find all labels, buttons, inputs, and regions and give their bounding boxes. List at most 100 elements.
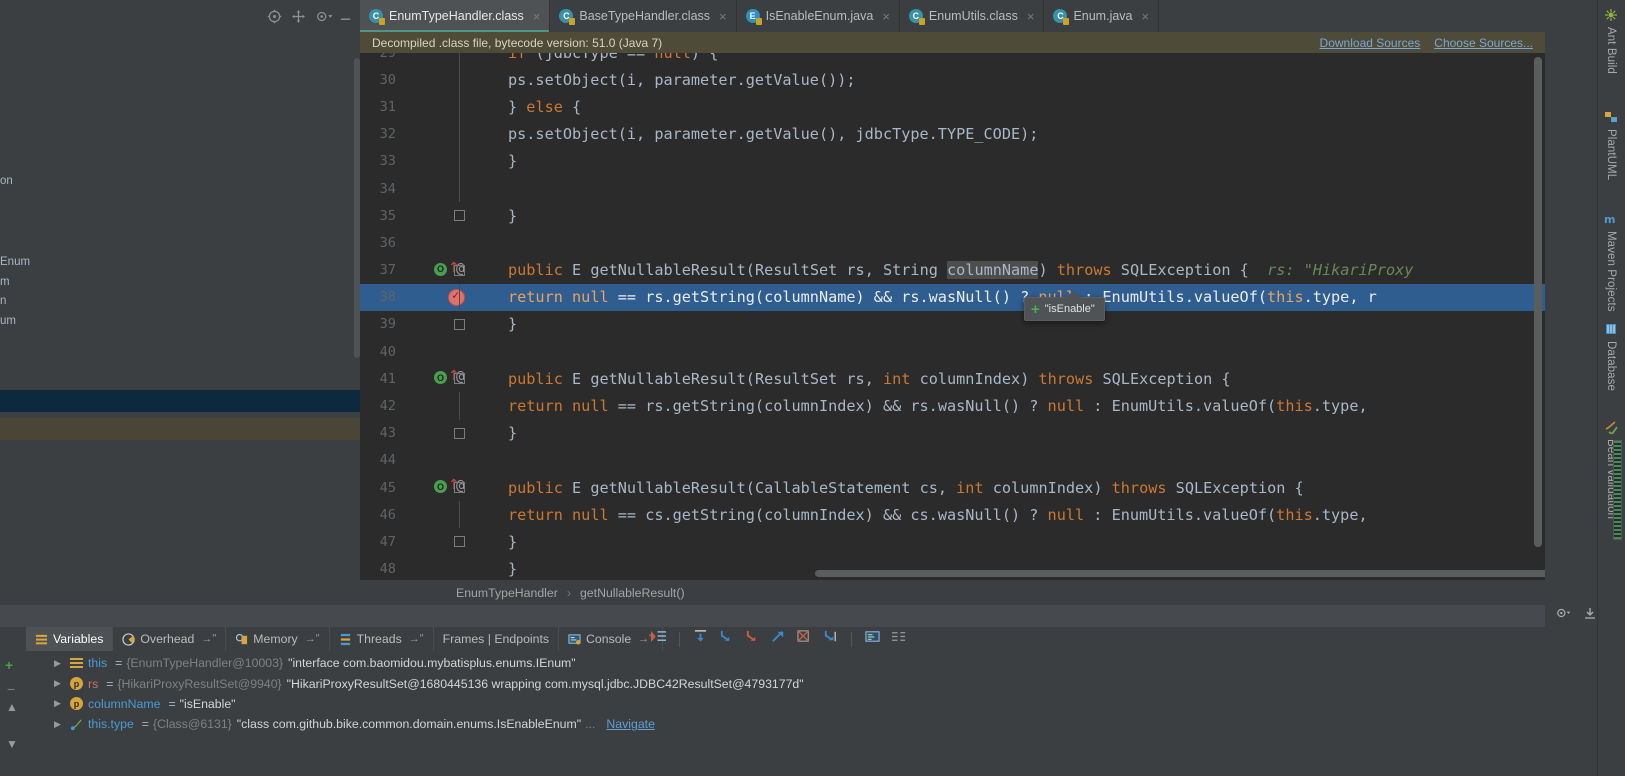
pin-tab-icon[interactable]: →ʺ [409,633,424,645]
evaluate-expression-icon[interactable] [864,629,881,649]
variable-row[interactable]: ▶ this.type = {Class@6131} "class com.github… [0,714,1545,734]
code-line-43[interactable]: 43} [360,420,1545,447]
line-gutter-icons[interactable] [397,66,446,93]
pin-tab-icon[interactable]: →ʺ [201,633,216,645]
run-to-cursor-icon[interactable] [822,629,839,649]
fold-gutter[interactable] [446,365,472,392]
fold-gutter[interactable] [446,283,472,311]
download-sources-link[interactable]: Download Sources [1320,36,1421,50]
code-editor[interactable]: 29 if (jdbcType == null) {30 ps.setObject(… [360,53,1545,580]
code-line-37[interactable]: 37 O ↑ @ public E getNullableResult(ResultSe… [360,257,1545,284]
line-gutter-icons[interactable] [397,93,446,120]
code-line-30[interactable]: 30 ps.setObject(i, parameter.getValue()); [360,66,1545,94]
move-down-icon[interactable]: ▼ [6,737,18,751]
move-crosshair-icon[interactable] [291,9,306,24]
code-line-38[interactable]: 38 return null == rs.getString(columnName… [360,283,1545,311]
tool-window-ant-build[interactable]: Ant Build [1597,8,1625,74]
line-gutter-icons[interactable] [397,501,446,528]
fold-gutter[interactable] [446,447,472,474]
code-line-36[interactable]: 36 [360,229,1545,256]
fold-marker-icon[interactable] [454,427,465,439]
navigate-link[interactable]: Navigate [606,717,655,731]
expand-arrow-icon[interactable]: ▶ [54,658,61,669]
debug-tab-memory[interactable]: Memory →ʺ [226,627,330,651]
line-gutter-icons[interactable] [397,392,446,419]
code-line-46[interactable]: 46 return null == cs.getString(columnInde… [360,501,1545,529]
line-gutter-icons[interactable] [397,284,465,311]
tool-window-database[interactable]: Database [1597,322,1625,391]
tool-window-plantuml[interactable]: PlantUML [1597,110,1625,180]
line-gutter-icons[interactable] [397,229,446,256]
editor-tab-3[interactable]: C EnumUtils.class × [899,0,1045,32]
fold-gutter[interactable] [446,420,472,447]
line-gutter-icons[interactable] [397,148,446,175]
expand-arrow-icon[interactable]: ▶ [54,698,61,709]
code-line-39[interactable]: 39} [360,311,1545,338]
drop-frame-icon[interactable] [796,629,813,649]
line-gutter-icons[interactable]: O ↑ @ [397,365,464,392]
settings-target-icon[interactable] [267,9,282,24]
line-gutter-icons[interactable]: O ↑ @ [397,474,464,501]
debug-panel-divider[interactable] [0,605,1545,627]
line-gutter-icons[interactable] [397,175,446,202]
fold-gutter[interactable] [446,338,472,365]
code-line-45[interactable]: 45 O ↑ @ public E getNullableResult(Callable… [360,474,1545,501]
fold-gutter[interactable] [446,66,472,94]
selected-identifier[interactable]: columnName [947,261,1039,280]
settings-gear-icon[interactable] [1556,606,1571,620]
fold-gutter[interactable] [446,229,472,256]
step-out-icon[interactable] [770,629,787,649]
line-gutter-icons[interactable] [397,53,446,66]
close-icon[interactable]: × [882,9,890,24]
fold-gutter[interactable] [446,501,472,529]
variables-tree[interactable]: + − ▲ ▼ ▶ this = {EnumTypeHandler@10003} "in… [0,653,1545,776]
line-gutter-icons[interactable] [397,528,446,555]
choose-sources-link[interactable]: Choose Sources... [1434,36,1533,50]
pin-tab-icon[interactable]: →ʺ [305,633,320,645]
close-icon[interactable]: × [1142,9,1150,24]
code-line-42[interactable]: 42 return null == rs.getString(columnInde… [360,392,1545,420]
editor-tab-1[interactable]: C BaseTypeHandler.class × [550,0,737,32]
hide-panel-icon[interactable] [1583,606,1597,620]
code-line-35[interactable]: 35} [360,202,1545,229]
variable-row[interactable]: ▶ p columnName = "isEnable" [0,694,1545,714]
fold-gutter[interactable] [446,474,472,501]
close-icon[interactable]: × [719,9,727,24]
force-step-into-icon[interactable] [744,629,761,649]
debug-tab-frames-endpoints[interactable]: Frames | Endpoints [434,627,560,651]
fold-gutter[interactable] [446,392,472,420]
variable-row[interactable]: ▶ p rs = {HikariProxyResultSet@9940} "HikariP… [0,673,1545,693]
code-line-40[interactable]: 40 [360,338,1545,365]
step-over-icon[interactable] [692,629,709,649]
editor-vertical-scrollbar-thumb[interactable] [1534,57,1542,547]
editor-tab-0[interactable]: C EnumTypeHandler.class × [360,0,551,32]
editor-horizontal-scrollbar-thumb[interactable] [815,570,1545,577]
value-tooltip[interactable]: + "isEnable" [1024,291,1105,321]
editor-tab-4[interactable]: C Enum.java × [1044,0,1160,32]
fold-marker-icon[interactable] [454,210,465,222]
line-gutter-icons[interactable] [397,420,446,447]
fold-marker-icon[interactable] [454,373,465,385]
debug-tab-variables[interactable]: Variables [26,627,114,651]
code-line-44[interactable]: 44 [360,447,1545,474]
line-gutter-icons[interactable] [397,311,446,338]
fold-gutter[interactable] [446,311,472,338]
fold-gutter[interactable] [446,556,472,580]
close-icon[interactable]: × [1027,9,1035,24]
breadcrumb-class[interactable]: EnumTypeHandler [456,586,558,600]
line-gutter-icons[interactable] [397,338,446,365]
line-gutter-icons[interactable] [397,556,446,580]
fold-marker-icon[interactable] [454,318,465,330]
code-line-31[interactable]: 31} else { [360,93,1545,121]
fold-gutter[interactable] [446,257,472,284]
tool-window-maven-projects[interactable]: m Maven Projects [1597,212,1625,312]
expand-arrow-icon[interactable]: ▶ [54,719,61,730]
fold-gutter[interactable] [446,93,472,121]
line-gutter-icons[interactable]: O ↑ @ [397,257,464,284]
fold-marker-icon[interactable] [454,482,465,493]
expand-arrow-icon[interactable]: ▶ [54,678,61,689]
fold-gutter[interactable] [446,120,472,148]
code-line-29[interactable]: 29 if (jdbcType == null) { [360,53,1545,67]
code-line-34[interactable]: 34 [360,174,1545,203]
fold-gutter[interactable] [446,174,472,203]
